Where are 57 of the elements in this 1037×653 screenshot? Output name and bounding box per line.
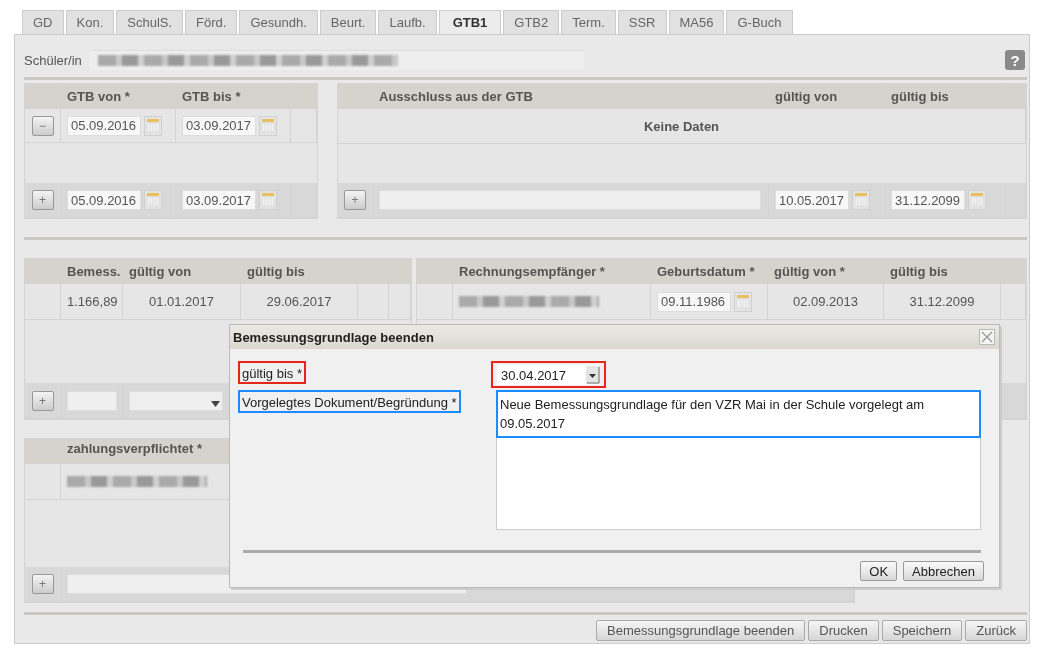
dialog-button[interactable]: OK [860, 561, 898, 581]
date-field[interactable]: 31.12.2099 [891, 190, 965, 210]
dialog-button[interactable]: Abbrechen [903, 561, 984, 581]
column-header: gültig von [123, 259, 241, 283]
add-button[interactable]: + [31, 390, 54, 411]
date-field[interactable]: 05.09.2016 [67, 115, 141, 136]
tab[interactable]: Kon. [65, 10, 115, 34]
date-field[interactable]: 10.05.2017 [775, 190, 849, 210]
date-field[interactable]: 09.11.1986 [657, 291, 731, 312]
tab[interactable]: Gesundh. [239, 10, 318, 34]
help-icon[interactable]: ? [1005, 50, 1025, 70]
column-header: Bemess. [61, 259, 123, 283]
tab[interactable]: MA56 [668, 10, 725, 34]
column-header: GTB von * [61, 84, 176, 108]
tab[interactable]: GD [22, 10, 64, 34]
select-value: 30.04.2017 [501, 367, 567, 383]
field-label: gültig bis * [238, 361, 306, 384]
add-button[interactable]: + [344, 190, 366, 210]
action-button[interactable]: Zurück [965, 620, 1027, 641]
tab[interactable]: Beurt. [319, 10, 377, 34]
column-header: Rechnungsempfänger * [453, 259, 651, 283]
tab[interactable]: Term. [561, 10, 616, 34]
table-cell: 31.12.2099 [884, 284, 1001, 319]
action-button[interactable]: Bemessungsgrundlage beenden [596, 620, 806, 641]
student-label: Schüler/in [24, 52, 82, 68]
action-button[interactable]: Speichern [881, 620, 963, 641]
tab[interactable]: SSR [617, 10, 667, 34]
column-header: gültig bis [884, 259, 1001, 283]
column-header: Ausschluss aus der GTB [373, 84, 769, 108]
date-field[interactable]: 03.09.2017 [182, 115, 256, 136]
table-cell: 29.06.2017 [241, 284, 358, 319]
tab[interactable]: GTB2 [503, 10, 560, 34]
add-button[interactable]: + [31, 574, 54, 594]
empty-message: Keine Daten [338, 109, 1026, 143]
table-cell: 1.166,89 [61, 284, 123, 319]
tab[interactable]: Laufb. [378, 10, 437, 34]
column-header: GTB bis * [176, 84, 291, 108]
date-field[interactable]: 03.09.2017 [182, 190, 256, 210]
column-header: gültig bis [885, 84, 1001, 108]
tab[interactable]: SchulS. [116, 10, 184, 34]
tab[interactable]: GTB1 [438, 10, 502, 34]
column-header: gültig von [769, 84, 885, 108]
date-select[interactable]: 30.04.2017 [497, 365, 600, 385]
reason-field[interactable]: Neue Bemessungsgrundlage für den VZR Mai in der Schule vorgelegt am 09.05.2017 [496, 390, 981, 530]
field-label: Vorgelegtes Dokument/Begründung * [238, 390, 461, 413]
tab[interactable]: G-Buch [726, 10, 793, 34]
date-field[interactable]: 05.09.2016 [67, 190, 141, 210]
add-button[interactable]: + [31, 190, 54, 210]
table-cell: 01.01.2017 [123, 284, 241, 319]
dialog-title: Bemessungsgrundlage beenden [233, 329, 434, 345]
column-header: Geburtsdatum * [651, 259, 768, 283]
action-button[interactable]: Drucken [808, 620, 879, 641]
column-header: gültig bis [241, 259, 358, 283]
table-cell: 02.09.2013 [768, 284, 884, 319]
tab[interactable]: Förd. [185, 10, 238, 34]
remove-button[interactable]: − [31, 115, 54, 136]
column-header: gültig von * [768, 259, 884, 283]
